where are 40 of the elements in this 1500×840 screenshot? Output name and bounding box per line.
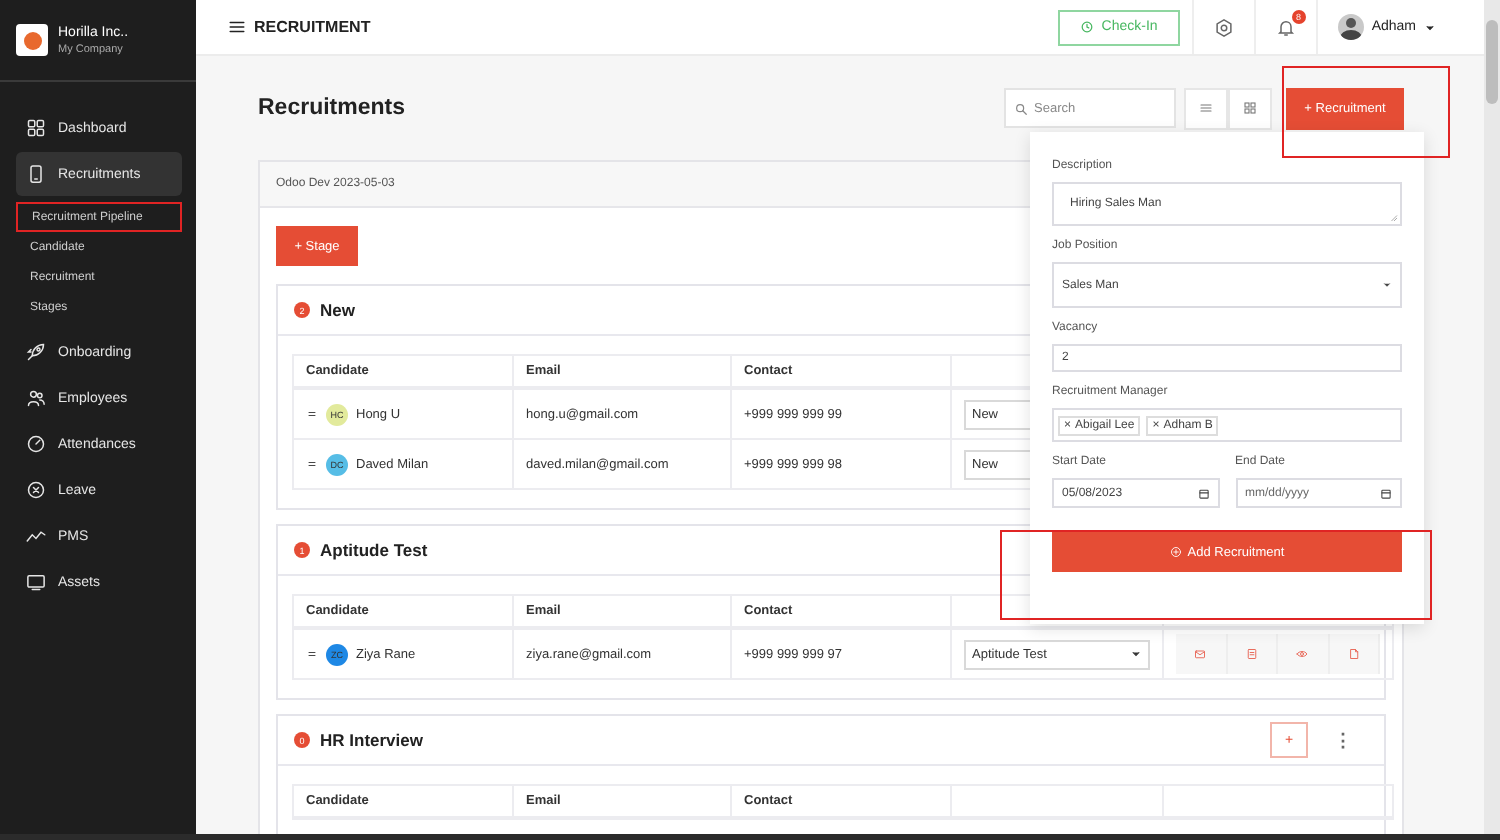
grid-icon	[1242, 100, 1258, 116]
stage-title: HR Interview	[320, 730, 423, 750]
trend-line-icon	[26, 526, 46, 546]
caret-icon	[1130, 648, 1142, 660]
clock-icon	[1079, 20, 1094, 34]
calendar-icon	[1197, 487, 1209, 499]
list-icon	[1198, 100, 1214, 116]
list-view-button[interactable]	[1184, 87, 1228, 129]
page-title: RECRUITMENT	[254, 18, 371, 36]
gauge-icon	[26, 434, 46, 454]
document-icon[interactable]	[1245, 648, 1258, 660]
grid-view-button[interactable]	[1228, 87, 1272, 129]
drag-handle-icon	[306, 458, 318, 470]
monitor-icon	[26, 572, 46, 592]
avatar-icon	[1337, 14, 1364, 40]
stage-title: New	[320, 300, 355, 320]
rocket-icon	[26, 342, 46, 362]
more-button[interactable]: ⋮	[1334, 730, 1352, 750]
resize-handle-icon	[1388, 212, 1398, 222]
phone-icon	[26, 164, 46, 184]
mail-icon[interactable]	[1194, 648, 1207, 660]
circle-x-icon	[26, 480, 46, 500]
eye-icon[interactable]	[1296, 648, 1309, 660]
circle-plus-icon	[1169, 546, 1182, 558]
menu-icon	[228, 18, 246, 36]
file-icon[interactable]	[1347, 648, 1360, 660]
caret-icon	[1382, 280, 1392, 290]
logo-icon	[16, 24, 48, 56]
page-heading: Recruitments	[258, 96, 407, 120]
drag-handle-icon	[306, 408, 318, 420]
search-icon	[1014, 101, 1028, 115]
stage-title: Aptitude Test	[320, 540, 428, 560]
drag-handle-icon	[306, 648, 318, 660]
grid-icon	[26, 118, 46, 138]
settings-icon[interactable]	[1213, 17, 1234, 37]
scrollbar[interactable]	[1484, 0, 1500, 834]
caret-icon	[1424, 21, 1436, 33]
notification-icon[interactable]	[1275, 17, 1296, 37]
calendar-icon	[1380, 487, 1392, 499]
people-icon	[26, 388, 46, 408]
